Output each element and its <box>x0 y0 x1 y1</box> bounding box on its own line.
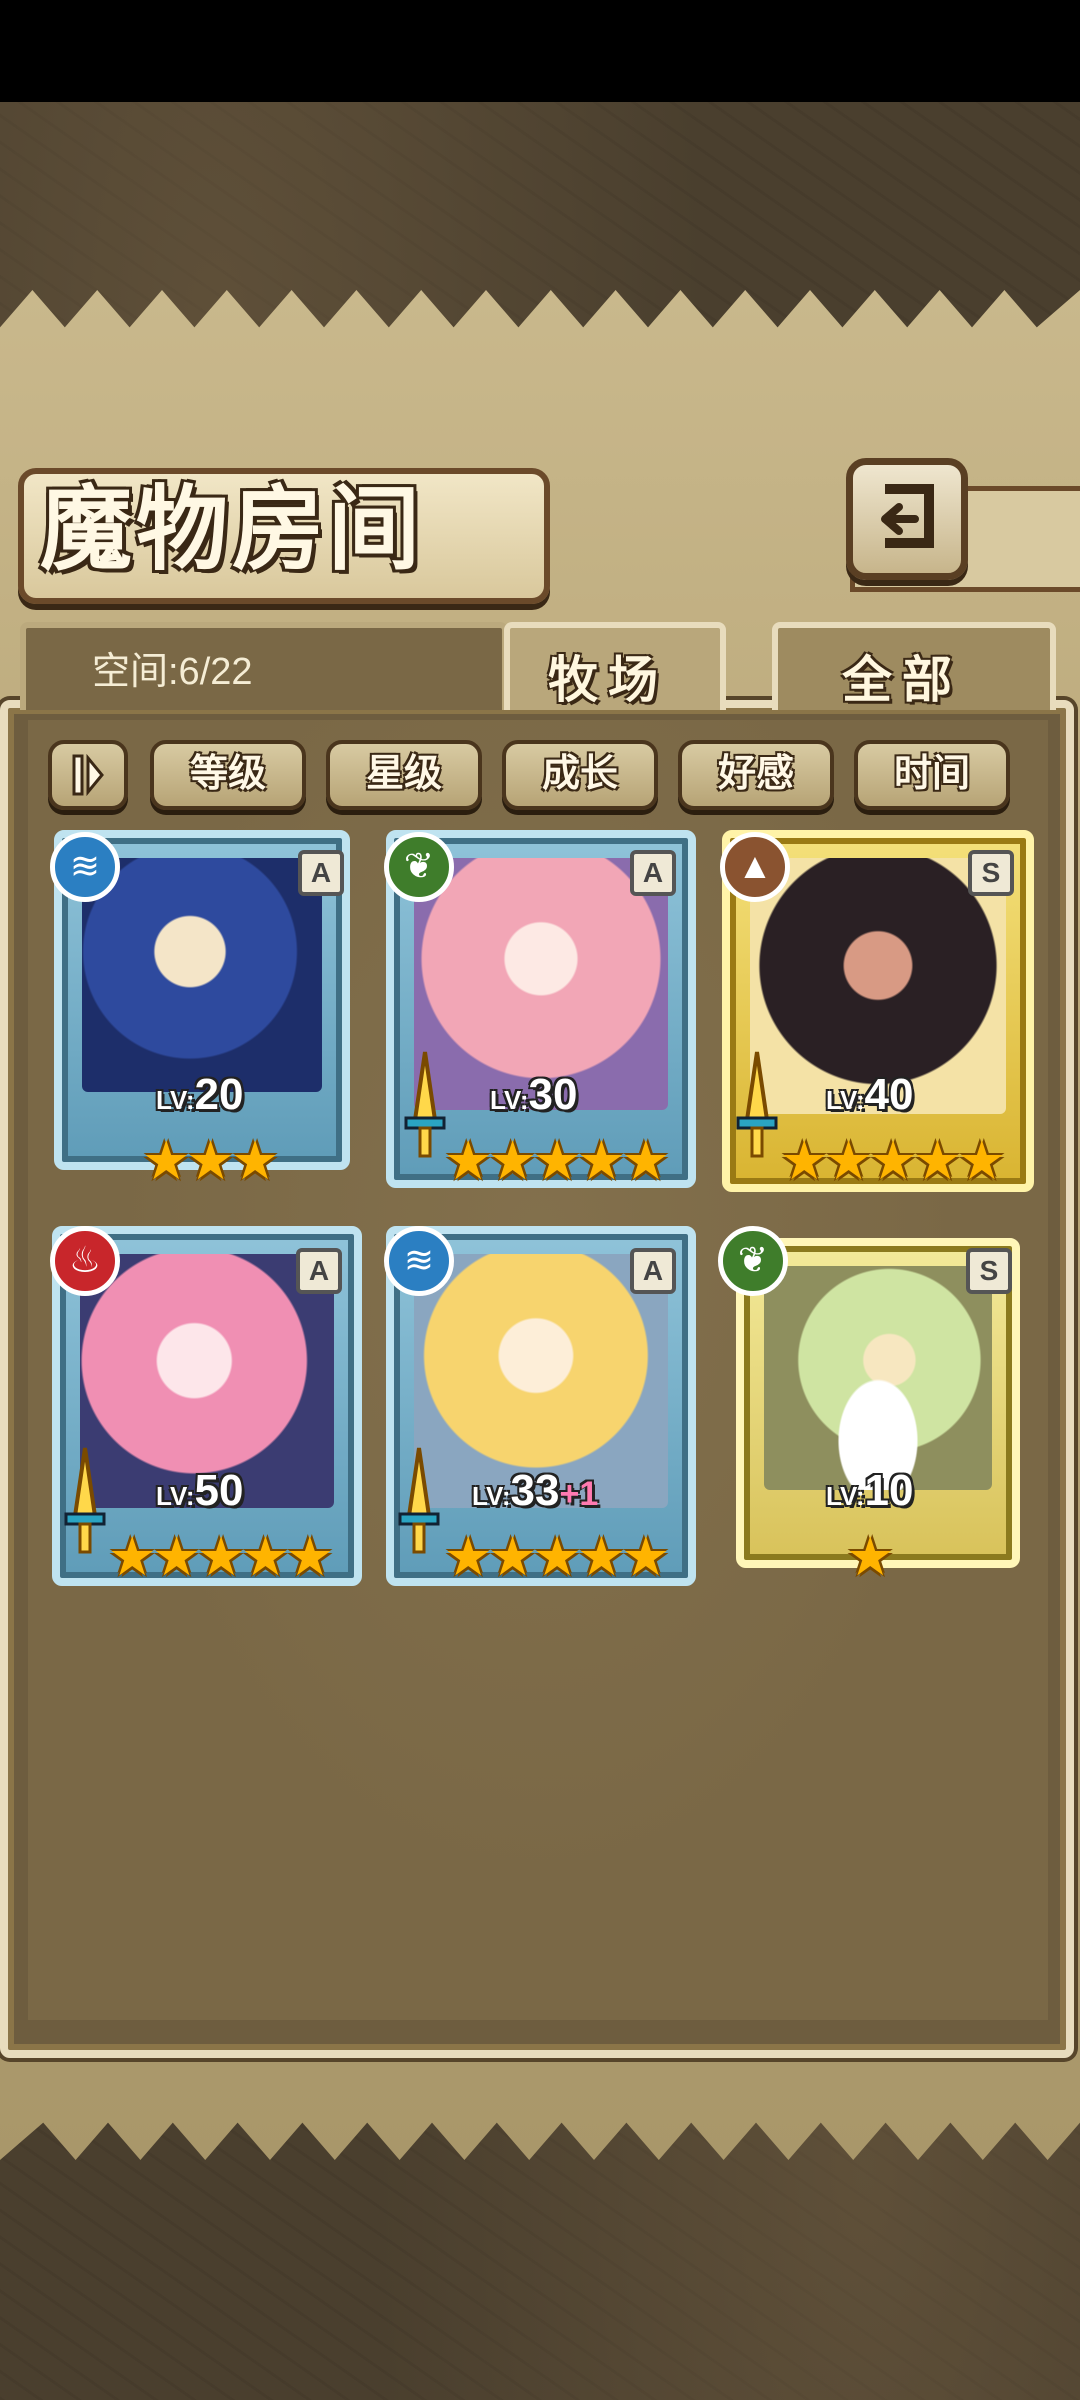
leaf-element-icon: ❦ <box>384 832 454 902</box>
star-rating: ★★★★★ <box>780 1131 1006 1191</box>
water-element-icon: ≋ <box>384 1226 454 1296</box>
monster-level: LV:20 <box>156 1070 244 1119</box>
monster-portrait <box>82 858 322 1092</box>
monster-level: LV:30 <box>490 1070 578 1119</box>
sort-star-button[interactable]: 星级 <box>326 740 482 810</box>
star-rating: ★★★★★ <box>444 1527 670 1587</box>
tab-ranch-label[interactable]: 牧场 <box>548 640 668 712</box>
rank-badge: S <box>966 1248 1012 1294</box>
fire-element-icon: ♨ <box>50 1226 120 1296</box>
back-button[interactable] <box>846 458 968 580</box>
monster-level: LV:50 <box>156 1466 244 1515</box>
rank-badge: A <box>296 1248 342 1294</box>
sword-icon <box>736 1051 778 1158</box>
sort-time-button[interactable]: 时间 <box>854 740 1010 810</box>
sword-icon <box>398 1447 440 1554</box>
monster-level: LV:33+1 <box>472 1466 599 1515</box>
return-arrow-icon <box>881 484 934 548</box>
rank-badge: S <box>968 850 1014 896</box>
star-rating: ★★★ <box>142 1131 279 1191</box>
star-rating: ★★★★★ <box>108 1527 334 1587</box>
rank-badge: A <box>630 850 676 896</box>
level-bonus: +1 <box>559 1475 599 1513</box>
star-rating: ★ <box>846 1527 894 1587</box>
pause-bars-icon <box>72 753 104 797</box>
leaf-element-icon: ❦ <box>718 1226 788 1296</box>
monster-portrait <box>764 1266 992 1490</box>
sort-level-button[interactable]: 等级 <box>150 740 306 810</box>
star-rating: ★★★★★ <box>444 1131 670 1191</box>
sword-icon <box>404 1051 446 1158</box>
sword-icon <box>64 1447 106 1554</box>
sort-growth-button[interactable]: 成长 <box>502 740 658 810</box>
page-title: 魔物房间 <box>40 479 425 581</box>
earth-element-icon: ▲ <box>720 832 790 902</box>
sort-order-toggle[interactable] <box>48 740 128 810</box>
status-bar <box>0 0 1080 102</box>
monster-level: LV:10 <box>826 1466 914 1515</box>
water-element-icon: ≋ <box>50 832 120 902</box>
rank-badge: A <box>630 1248 676 1294</box>
tab-all-label[interactable]: 全部 <box>842 640 962 712</box>
sort-affection-button[interactable]: 好感 <box>678 740 834 810</box>
monster-level: LV:40 <box>826 1070 914 1119</box>
space-counter: 空间:6/22 <box>92 651 253 693</box>
rank-badge: A <box>298 850 344 896</box>
